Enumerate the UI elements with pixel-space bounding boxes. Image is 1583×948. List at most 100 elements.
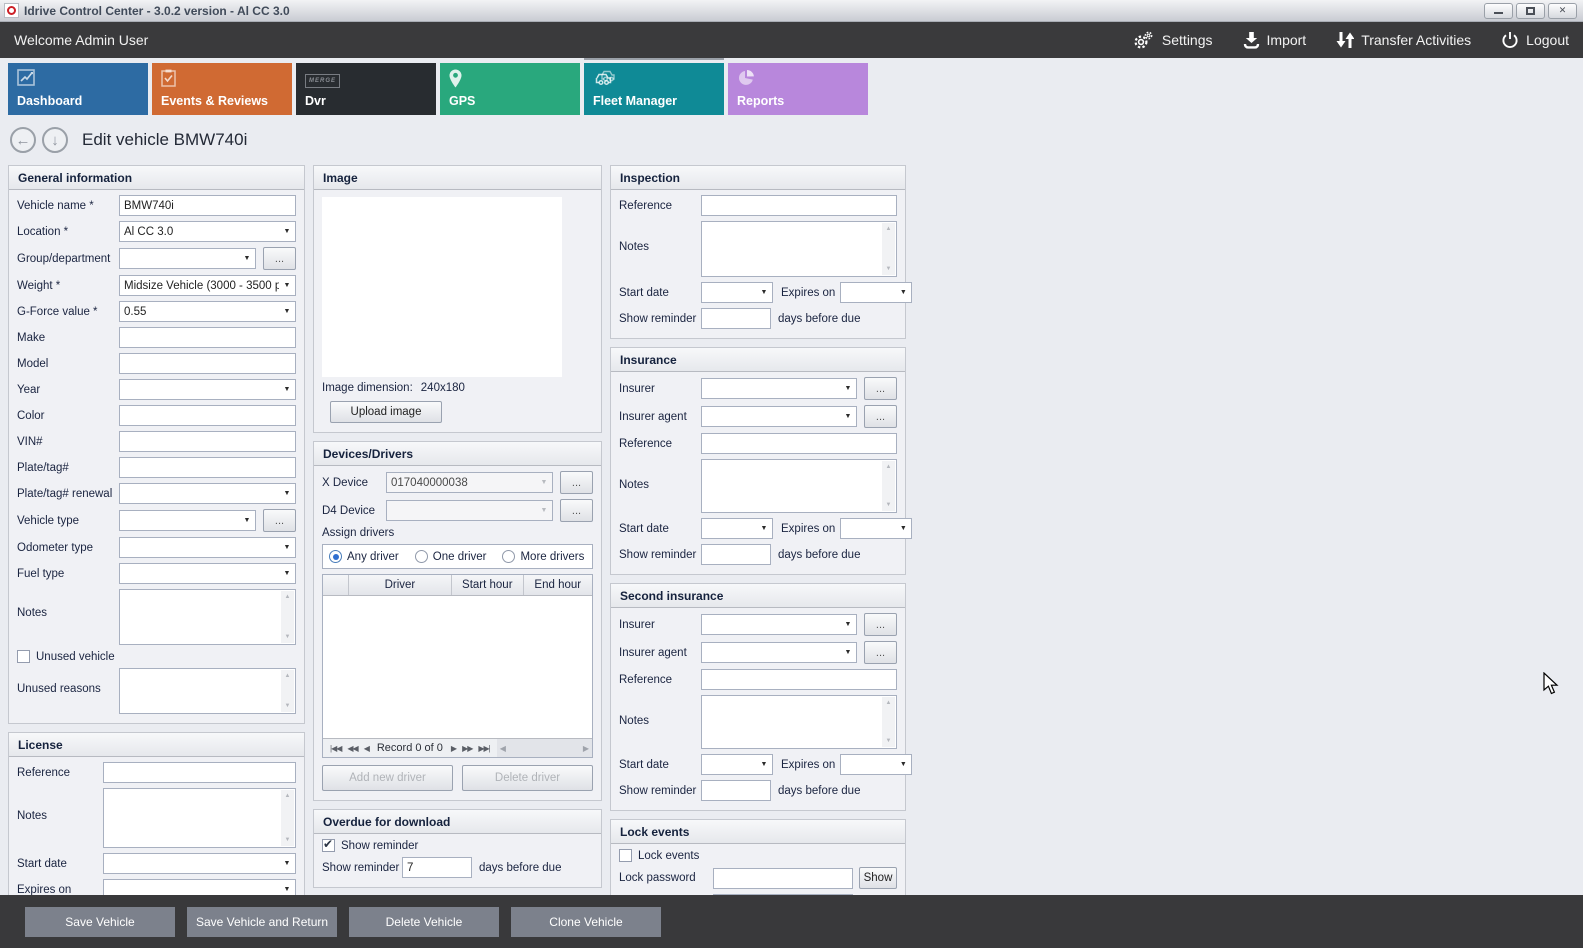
upload-image-button[interactable]: Upload image (330, 401, 442, 423)
second-insurance-reference-input[interactable] (701, 669, 897, 690)
year-select[interactable]: ▼ (119, 379, 296, 400)
delete-vehicle-button[interactable]: Delete Vehicle (349, 907, 499, 937)
insurance-start-date-select[interactable]: ▼ (701, 518, 773, 539)
plate-tag-input[interactable] (119, 457, 296, 478)
maximize-button[interactable] (1516, 3, 1545, 19)
scroll-arrows-icon[interactable]: ▲▼ (882, 461, 895, 511)
plate-renewal-select[interactable]: ▼ (119, 483, 296, 504)
tab-reports[interactable]: Reports (728, 63, 868, 115)
next-page-icon[interactable]: ▶▶ (462, 744, 472, 753)
insurer-browse-button[interactable]: ... (864, 377, 897, 400)
lock-events-checkbox[interactable] (619, 849, 632, 862)
second-insurance-reminder-input[interactable] (701, 780, 771, 801)
logout-button[interactable]: Logout (1501, 31, 1569, 49)
inspection-reminder-input[interactable] (701, 308, 771, 329)
save-vehicle-return-button[interactable]: Save Vehicle and Return (187, 907, 337, 937)
insurance-notes-textarea[interactable]: ▲▼ (701, 459, 897, 513)
notes-textarea[interactable]: ▲▼ (119, 589, 296, 645)
show-reminder-checkbox-label: Show reminder (341, 840, 418, 852)
tab-dashboard[interactable]: Dashboard (8, 63, 148, 115)
tab-events-reviews[interactable]: Events & Reviews (152, 63, 292, 115)
prev-record-icon[interactable]: ◀ (364, 744, 369, 753)
second-insurance-notes-textarea[interactable]: ▲▼ (701, 695, 897, 749)
save-vehicle-button[interactable]: Save Vehicle (25, 907, 175, 937)
tab-fleet-manager[interactable]: Fleet Manager (584, 63, 724, 115)
insurance-reminder-input[interactable] (701, 544, 771, 565)
make-input[interactable] (119, 327, 296, 348)
x-device-browse-button[interactable]: ... (560, 471, 593, 494)
scroll-arrows-icon[interactable]: ▲▼ (882, 223, 895, 275)
settings-button[interactable]: Settings (1133, 31, 1213, 49)
scroll-down-button[interactable]: ↓ (42, 127, 68, 153)
inspection-start-date-select[interactable]: ▼ (701, 282, 773, 303)
import-button[interactable]: Import (1243, 31, 1307, 49)
insurer-agent-select[interactable]: ▼ (701, 406, 857, 427)
model-input[interactable] (119, 353, 296, 374)
chevron-down-icon: ▼ (279, 570, 295, 577)
second-insurance-expires-on-select[interactable]: ▼ (840, 754, 912, 775)
radio-icon (502, 550, 515, 563)
insurer-select[interactable]: ▼ (701, 378, 857, 399)
license-start-date-select[interactable]: ▼ (103, 853, 296, 874)
next-record-icon[interactable]: ▶ (451, 744, 456, 753)
second-insurer-select[interactable]: ▼ (701, 614, 857, 635)
lock-password-input[interactable] (713, 868, 853, 889)
show-reminder-checkbox[interactable] (322, 839, 335, 852)
second-insurer-agent-browse-button[interactable]: ... (864, 641, 897, 664)
weight-select[interactable]: Midsize Vehicle (3000 - 3500 p...▼ (119, 275, 296, 296)
unused-reasons-textarea[interactable]: ▲▼ (119, 668, 296, 714)
radio-more-drivers[interactable]: More drivers (502, 550, 584, 563)
insurance-expires-on-select[interactable]: ▼ (840, 518, 912, 539)
vehicle-name-input[interactable] (119, 195, 296, 216)
location-select[interactable]: Al CC 3.0▼ (119, 221, 296, 242)
d4-device-browse-button[interactable]: ... (560, 499, 593, 522)
color-input[interactable] (119, 405, 296, 426)
notes-label: Notes (17, 607, 119, 619)
prev-page-icon[interactable]: ◀◀ (347, 744, 357, 753)
add-new-driver-button[interactable]: Add new driver (322, 765, 453, 791)
second-insurance-start-date-select[interactable]: ▼ (701, 754, 773, 775)
license-reference-input[interactable] (103, 762, 296, 783)
scroll-arrows-icon[interactable]: ▲▼ (281, 670, 294, 712)
unused-vehicle-checkbox[interactable] (17, 650, 30, 663)
inspection-reference-input[interactable] (701, 195, 897, 216)
second-insurer-browse-button[interactable]: ... (864, 613, 897, 636)
insurance-reference-input[interactable] (701, 433, 897, 454)
license-notes-textarea[interactable]: ▲▼ (103, 788, 296, 848)
clone-vehicle-button[interactable]: Clone Vehicle (511, 907, 661, 937)
inspection-expires-on-select[interactable]: ▼ (840, 282, 912, 303)
scroll-arrows-icon[interactable]: ▲▼ (281, 591, 294, 643)
insurer-agent-browse-button[interactable]: ... (864, 405, 897, 428)
first-record-icon[interactable]: |◀◀ (330, 744, 341, 753)
show-password-button[interactable]: Show (859, 867, 897, 889)
last-record-icon[interactable]: ▶▶| (478, 744, 489, 753)
vehicle-image-placeholder (322, 197, 562, 377)
tab-dvr[interactable]: MERGE Dvr (296, 63, 436, 115)
tab-gps[interactable]: GPS (440, 63, 580, 115)
radio-any-driver[interactable]: Any driver (329, 550, 399, 563)
transfer-activities-button[interactable]: Transfer Activities (1336, 31, 1471, 49)
fuel-type-select[interactable]: ▼ (119, 563, 296, 584)
vehicle-type-select[interactable]: ▼ (119, 510, 256, 531)
odometer-type-select[interactable]: ▼ (119, 537, 296, 558)
group-browse-button[interactable]: ... (263, 247, 296, 270)
group-department-select[interactable]: ▼ (119, 248, 256, 269)
second-insurer-agent-select[interactable]: ▼ (701, 642, 857, 663)
horizontal-scrollbar[interactable]: ◀▶ (497, 739, 592, 757)
scroll-arrows-icon[interactable]: ▲▼ (281, 790, 294, 846)
minimize-button[interactable] (1484, 3, 1513, 19)
vehicle-type-browse-button[interactable]: ... (263, 509, 296, 532)
close-button[interactable]: ✕ (1548, 3, 1577, 19)
weight-label: Weight * (17, 280, 119, 292)
radio-one-driver[interactable]: One driver (415, 550, 487, 563)
overdue-reminder-input[interactable] (402, 857, 472, 878)
top-toolbar: Welcome Admin User Settings Import Trans… (0, 22, 1583, 58)
second-insurance-start-date-label: Start date (619, 759, 701, 771)
vin-input[interactable] (119, 431, 296, 452)
inspection-notes-textarea[interactable]: ▲▼ (701, 221, 897, 277)
delete-driver-button[interactable]: Delete driver (462, 765, 593, 791)
drivers-table-body[interactable] (323, 596, 592, 738)
gforce-select[interactable]: 0.55▼ (119, 301, 296, 322)
scroll-arrows-icon[interactable]: ▲▼ (882, 697, 895, 747)
back-button[interactable]: ← (10, 127, 36, 153)
